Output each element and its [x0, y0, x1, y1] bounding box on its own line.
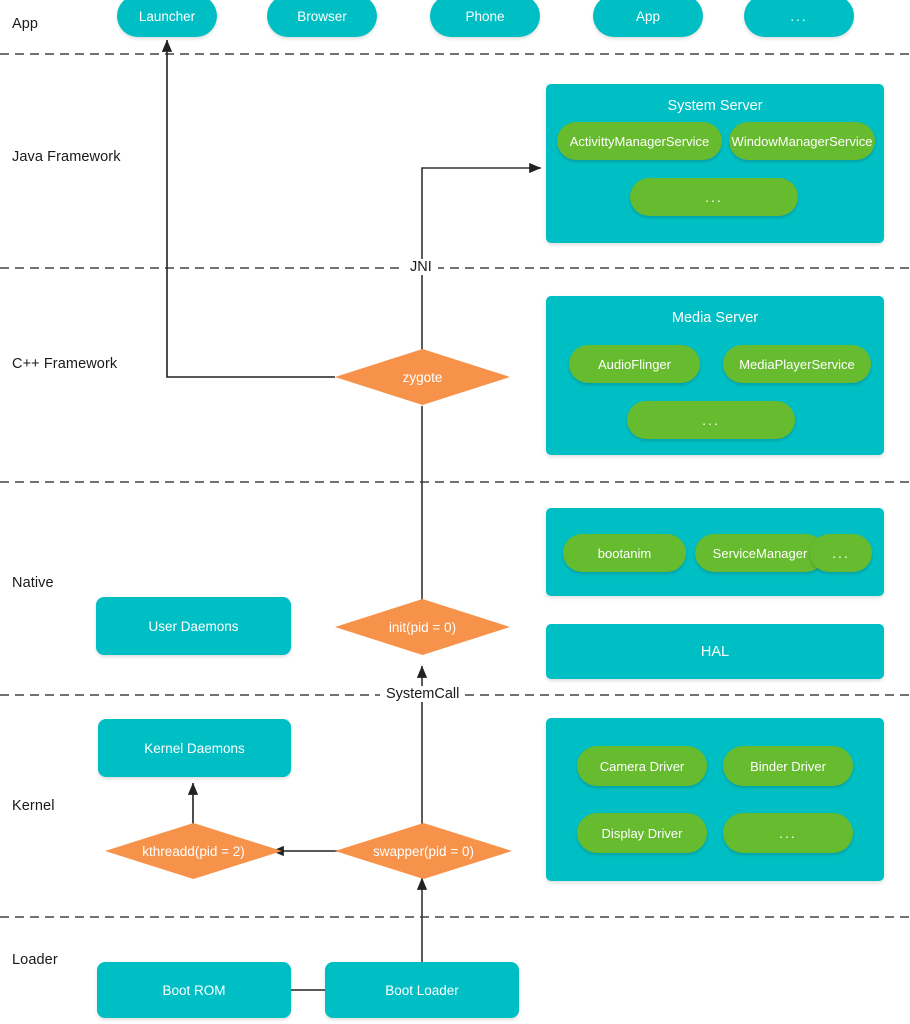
native-service-servicemanager[interactable]: ServiceManager: [695, 534, 825, 572]
app-pill-more[interactable]: ...: [744, 0, 854, 37]
service-label: WindowManagerService: [731, 133, 873, 149]
app-pill-label: App: [635, 8, 661, 24]
app-pill-app[interactable]: App: [593, 0, 703, 37]
native-service-bootanim[interactable]: bootanim: [563, 534, 686, 572]
service-label: ...: [705, 189, 723, 205]
process-kthreadd[interactable]: kthreadd(pid = 2): [105, 823, 282, 879]
hal-box: HAL: [546, 624, 884, 679]
kernel-daemons-box: Kernel Daemons: [98, 719, 291, 777]
service-more[interactable]: ...: [630, 178, 798, 216]
layer-label-app: App: [12, 16, 39, 32]
app-pill-browser[interactable]: Browser: [267, 0, 377, 37]
boot-rom-label: Boot ROM: [162, 982, 226, 998]
driver-display[interactable]: Display Driver: [577, 813, 707, 853]
app-pill-phone[interactable]: Phone: [430, 0, 540, 37]
system-server-title: System Server: [667, 98, 763, 114]
process-swapper[interactable]: swapper(pid = 0): [335, 823, 512, 879]
user-daemons-label: User Daemons: [148, 618, 239, 634]
process-label: swapper(pid = 0): [373, 843, 474, 859]
service-more[interactable]: ...: [627, 401, 795, 439]
driver-label: Display Driver: [601, 825, 683, 841]
driver-label: ...: [779, 825, 797, 841]
layer-label-java-framework: Java Framework: [12, 149, 121, 165]
kernel-daemons-label: Kernel Daemons: [144, 740, 245, 756]
kernel-drivers-group: Camera Driver Binder Driver Display Driv…: [546, 718, 884, 881]
boot-loader-label: Boot Loader: [385, 982, 459, 998]
service-media-player[interactable]: MediaPlayerService: [723, 345, 871, 383]
service-label: ServiceManager: [712, 545, 808, 561]
service-label: MediaPlayerService: [739, 356, 855, 372]
boot-rom-box: Boot ROM: [97, 962, 291, 1018]
hal-label: HAL: [700, 643, 730, 660]
service-activity-manager[interactable]: ActivittyManagerService: [557, 122, 722, 160]
media-server-title: Media Server: [671, 310, 759, 326]
layer-label-loader: Loader: [12, 952, 58, 968]
service-label: ...: [832, 545, 850, 561]
user-daemons-box: User Daemons: [96, 597, 291, 655]
app-pill-label: Launcher: [138, 8, 196, 24]
service-label: AudioFlinger: [598, 356, 671, 372]
native-services-group: bootanim ServiceManager ...: [546, 508, 884, 596]
driver-binder[interactable]: Binder Driver: [723, 746, 853, 786]
app-pill-label: ...: [790, 8, 808, 24]
service-audio-flinger[interactable]: AudioFlinger: [569, 345, 700, 383]
system-server-group: System Server ActivittyManagerService Wi…: [546, 84, 884, 243]
native-service-more[interactable]: ...: [810, 534, 872, 572]
layer-label-native: Native: [12, 575, 54, 591]
app-pill-label: Browser: [297, 8, 347, 24]
service-label: ...: [702, 412, 720, 428]
process-init[interactable]: init(pid = 0): [335, 599, 510, 655]
driver-label: Binder Driver: [750, 758, 826, 774]
media-server-group: Media Server AudioFlinger MediaPlayerSer…: [546, 296, 884, 455]
app-pill-launcher[interactable]: Launcher: [117, 0, 217, 37]
driver-camera[interactable]: Camera Driver: [577, 746, 707, 786]
android-architecture-diagram: App Java Framework C++ Framework Native …: [0, 0, 910, 1024]
process-label: kthreadd(pid = 2): [142, 843, 245, 859]
divider-label-systemcall: SystemCall: [380, 686, 466, 702]
service-window-manager[interactable]: WindowManagerService: [729, 122, 875, 160]
boot-loader-box: Boot Loader: [325, 962, 519, 1018]
driver-label: Camera Driver: [599, 758, 685, 774]
driver-more[interactable]: ...: [723, 813, 853, 853]
process-label: init(pid = 0): [388, 619, 457, 635]
service-label: bootanim: [597, 545, 652, 561]
service-label: ActivittyManagerService: [569, 133, 710, 149]
process-label: zygote: [402, 369, 443, 385]
process-zygote[interactable]: zygote: [335, 349, 510, 405]
layer-label-cpp-framework: C++ Framework: [12, 356, 118, 372]
layer-label-kernel: Kernel: [12, 798, 55, 814]
app-pill-label: Phone: [465, 8, 505, 24]
divider-label-jni: JNI: [404, 259, 438, 275]
